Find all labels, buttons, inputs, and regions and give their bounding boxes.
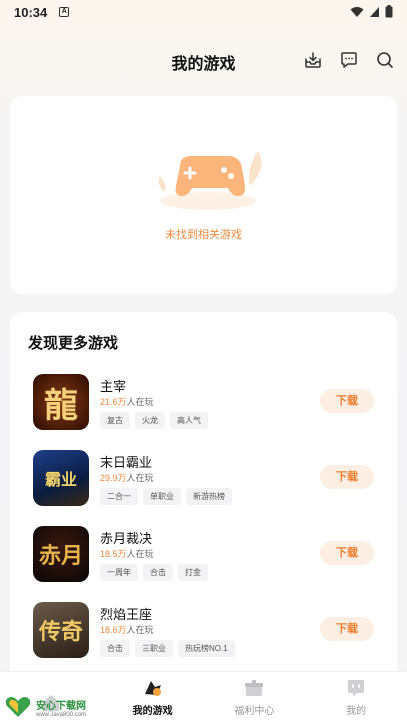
download-button[interactable]: 下载: [320, 541, 374, 565]
signal-icon: [370, 6, 379, 17]
watermark: 安心下载网 www.Java800.com: [4, 695, 86, 719]
empty-message: 未找到相关游戏: [165, 229, 242, 241]
legend-icon[interactable]: 传奇: [33, 602, 89, 658]
red-moon-icon[interactable]: 赤月: [33, 526, 89, 582]
game-tag: 单职业: [143, 488, 181, 505]
game-tag: 复古: [100, 412, 130, 429]
watermark-url: www.Java800.com: [36, 711, 87, 718]
gift-icon: [245, 680, 264, 696]
game-tag: 二合一: [100, 488, 138, 505]
game-tag: 一周年: [100, 564, 138, 581]
doomsday-icon[interactable]: 霸业: [33, 450, 89, 506]
game-name[interactable]: 烈焰王座: [100, 604, 152, 623]
game-tag: 高人气: [170, 412, 208, 429]
wifi-icon: [350, 6, 364, 17]
status-time: 10:34: [14, 4, 48, 20]
nav-label: 我的: [346, 706, 367, 717]
download-button[interactable]: 下载: [320, 389, 374, 413]
game-tags: 一周年 合击 打金: [100, 564, 208, 581]
game-tag: 热玩榜NO.1: [178, 640, 235, 657]
header: 我的游戏: [0, 42, 407, 78]
game-tag: 三职业: [135, 640, 173, 657]
game-players: 18.5万人在玩: [100, 549, 154, 559]
game-row[interactable]: 霸业 末日霸业 29.9万人在玩 二合一 单职业 新游热榜 下载: [10, 446, 397, 522]
game-name[interactable]: 赤月裁决: [100, 528, 152, 547]
gamepad-illustration-icon: [158, 151, 262, 210]
game-players: 29.9万人在玩: [100, 473, 154, 483]
game-tag: 火龙: [135, 412, 165, 429]
game-tag: 打金: [178, 564, 208, 581]
nav-label: 我的游戏: [132, 706, 173, 717]
game-players: 21.6万人在玩: [100, 397, 154, 407]
status-icons: [350, 5, 393, 18]
discover-card: 发现更多游戏 龍 主宰 21.6万人在玩 复古 火龙 高人气 下载 霸业 末日霸…: [10, 312, 397, 712]
section-title: 发现更多游戏: [28, 335, 119, 352]
nav-item-welfare[interactable]: 福利中心: [204, 672, 306, 723]
chat-bubble-icon[interactable]: [339, 50, 359, 70]
game-tags: 二合一 单职业 新游热榜: [100, 488, 232, 505]
search-icon[interactable]: [375, 50, 395, 70]
game-tags: 复古 火龙 高人气: [100, 412, 208, 429]
game-tags: 合击 三职业 热玩榜NO.1: [100, 640, 235, 657]
download-box-icon[interactable]: [303, 50, 323, 70]
game-tag: 新游热榜: [186, 488, 232, 505]
nav-item-mine[interactable]: 我的: [305, 672, 407, 723]
game-row[interactable]: 传奇 烈焰王座 18.6万人在玩 合击 三职业 热玩榜NO.1 下载: [10, 598, 397, 674]
profile-icon: [348, 680, 365, 696]
notification-a-icon: A: [59, 7, 70, 17]
game-row[interactable]: 龍 主宰 21.6万人在玩 复古 火龙 高人气 下载: [10, 370, 397, 446]
game-name[interactable]: 末日霸业: [100, 452, 152, 471]
dragon-character-icon[interactable]: 龍: [33, 374, 89, 430]
game-tag: 合击: [100, 640, 130, 657]
game-name[interactable]: 主宰: [100, 376, 126, 395]
nav-label: 福利中心: [234, 706, 275, 717]
game-players: 18.6万人在玩: [100, 625, 154, 635]
game-list: 龍 主宰 21.6万人在玩 复古 火龙 高人气 下载 霸业 末日霸业 29.9万…: [10, 370, 397, 674]
game-row[interactable]: 赤月 赤月裁决 18.5万人在玩 一周年 合击 打金 下载: [10, 522, 397, 598]
empty-state-card: 未找到相关游戏: [10, 96, 397, 294]
download-button[interactable]: 下载: [320, 465, 374, 489]
battery-icon: [385, 5, 393, 18]
heart-logo-icon: [5, 697, 31, 717]
status-bar: 10:34 A: [0, 0, 407, 24]
download-button[interactable]: 下载: [320, 617, 374, 641]
nav-item-my-games[interactable]: 我的游戏: [102, 672, 204, 723]
game-tag: 合击: [143, 564, 173, 581]
watermark-title: 安心下载网: [36, 700, 86, 712]
my-games-icon: [144, 681, 161, 696]
